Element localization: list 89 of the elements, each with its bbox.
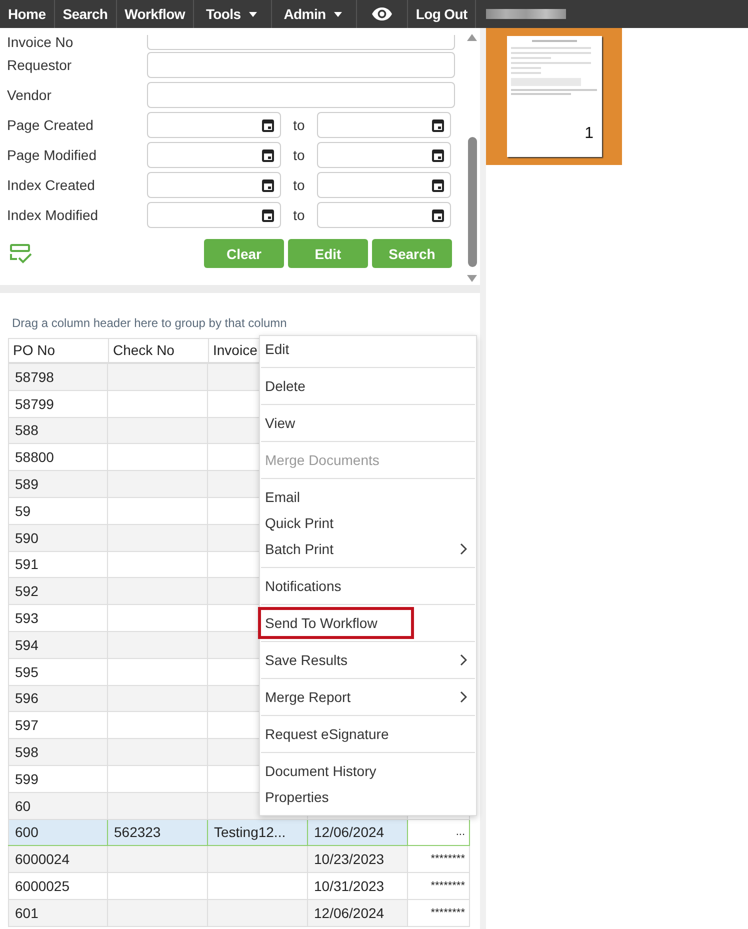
- table-cell: 6000025: [15, 878, 70, 894]
- menu-item[interactable]: Merge Report: [261, 684, 475, 710]
- table-cell: 600: [15, 824, 38, 840]
- table-cell: 588: [15, 422, 38, 438]
- table-cell: 595: [15, 664, 38, 680]
- menu-item[interactable]: Save Results: [261, 647, 475, 673]
- text-field[interactable]: [147, 35, 455, 50]
- field-label: Page Created: [7, 117, 94, 133]
- date-field[interactable]: [317, 172, 451, 198]
- text-field[interactable]: [147, 52, 455, 78]
- chevron-right-icon: [460, 543, 467, 555]
- field-label: Requestor: [7, 57, 73, 73]
- text-field[interactable]: [147, 82, 455, 108]
- menu-item[interactable]: Delete: [261, 373, 475, 399]
- calendar-icon: [432, 208, 444, 222]
- to-label: to: [292, 147, 306, 163]
- table-cell: 562323: [114, 824, 161, 840]
- menu-item[interactable]: Quick Print: [261, 510, 475, 536]
- table-cell: ********: [430, 853, 465, 866]
- date-field[interactable]: [147, 142, 281, 168]
- scroll-up-icon[interactable]: [467, 34, 477, 41]
- date-field[interactable]: [147, 112, 281, 138]
- table-cell: Testing12...: [214, 824, 286, 840]
- page-number: 1: [584, 125, 594, 143]
- date-field[interactable]: [317, 142, 451, 168]
- eye-icon: [370, 7, 393, 21]
- table-cell: 58799: [15, 396, 54, 412]
- table-cell: 10/23/2023: [314, 851, 384, 868]
- menu-item[interactable]: Send To Workflow: [261, 610, 411, 636]
- caret-icon: [334, 12, 342, 16]
- to-label: to: [292, 177, 306, 193]
- date-field[interactable]: [317, 112, 451, 138]
- table-cell: 60: [15, 798, 31, 814]
- table-cell: 59: [15, 502, 31, 519]
- table-cell: 12/06/2024: [314, 904, 384, 921]
- scroll-down-icon[interactable]: [467, 275, 477, 282]
- table-cell: ...: [456, 826, 465, 838]
- field-label: Vendor: [7, 87, 52, 103]
- calendar-icon: [432, 178, 444, 192]
- caret-icon: [248, 12, 257, 16]
- table-cell: 601: [15, 904, 38, 921]
- table-cell: 593: [15, 610, 38, 626]
- table-cell: ********: [430, 880, 465, 892]
- menu-item[interactable]: View: [261, 410, 475, 436]
- menu-item[interactable]: Document History: [261, 758, 475, 784]
- calendar-icon: [262, 178, 274, 192]
- column-header[interactable]: PO No: [9, 339, 109, 362]
- to-label: to: [292, 117, 306, 133]
- field-label: Index Created: [7, 177, 96, 193]
- calendar-icon: [262, 208, 274, 222]
- date-field[interactable]: [147, 202, 281, 228]
- table-cell: 594: [15, 636, 38, 653]
- table-cell: 6000024: [15, 851, 70, 868]
- menu-item[interactable]: Properties: [261, 784, 475, 810]
- table-cell: 596: [15, 690, 38, 706]
- table-cell: ********: [430, 906, 465, 919]
- table-cell: 592: [15, 583, 38, 600]
- table-cell: 589: [15, 476, 38, 492]
- calendar-icon: [262, 148, 274, 162]
- menu-item[interactable]: Notifications: [261, 573, 475, 599]
- field-label: Page Modified: [7, 147, 98, 163]
- checklist-icon[interactable]: [10, 244, 32, 264]
- date-field[interactable]: [147, 172, 281, 198]
- table-cell: 599: [15, 770, 38, 787]
- menu-item[interactable]: Request eSignature: [261, 721, 475, 747]
- group-hint: Drag a column header here to group by that column: [11, 315, 288, 332]
- menu-item[interactable]: Email: [261, 484, 475, 510]
- table-cell: 591: [15, 556, 38, 572]
- to-label: to: [292, 207, 306, 223]
- date-field[interactable]: [317, 202, 451, 228]
- chevron-right-icon: [460, 691, 467, 703]
- table-cell: 12/06/2024: [314, 824, 384, 840]
- field-label: Invoice No: [7, 34, 74, 50]
- field-label: Index Modified: [7, 207, 100, 223]
- calendar-icon: [432, 148, 444, 162]
- calendar-icon: [432, 118, 444, 132]
- calendar-icon: [262, 118, 274, 132]
- scrollbar-thumb[interactable]: [468, 137, 476, 267]
- table-cell: 58800: [15, 449, 54, 466]
- table-cell: 10/31/2023: [314, 878, 384, 894]
- table-cell: 590: [15, 530, 38, 546]
- table-cell: 58798: [15, 368, 54, 385]
- menu-item[interactable]: Edit: [261, 336, 475, 362]
- column-header[interactable]: Check No: [109, 339, 209, 362]
- chevron-right-icon: [460, 654, 467, 666]
- table-cell: 598: [15, 744, 38, 760]
- table-cell: 597: [15, 717, 38, 734]
- page-thumbnail[interactable]: 1: [486, 28, 622, 165]
- menu-item[interactable]: Batch Print: [261, 536, 475, 562]
